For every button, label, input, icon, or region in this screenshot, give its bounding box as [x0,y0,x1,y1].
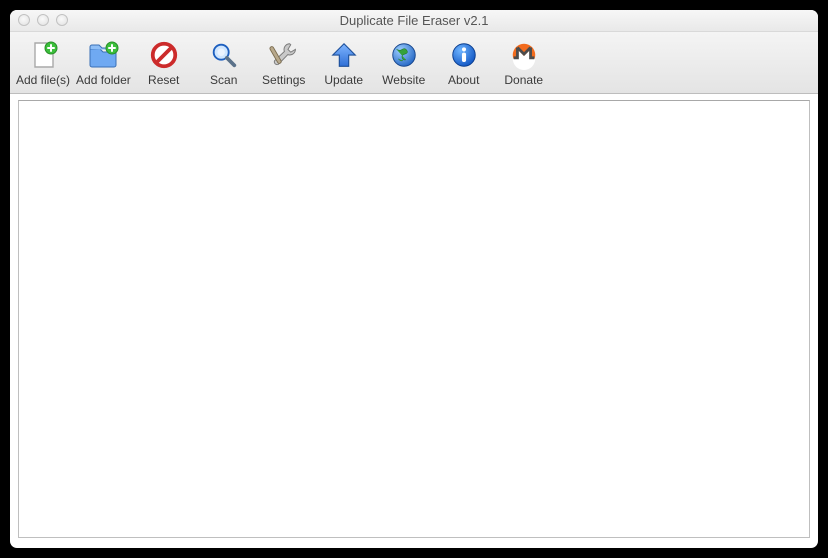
toolbar-label: Add folder [76,73,131,87]
close-window-button[interactable] [18,14,30,26]
titlebar: Duplicate File Eraser v2.1 [10,10,818,32]
info-icon [448,39,480,71]
website-button[interactable]: Website [377,35,431,89]
globe-icon [388,39,420,71]
no-entry-icon [148,39,180,71]
magnifier-icon [208,39,240,71]
toolbar-label: Add file(s) [16,73,70,87]
monero-icon [508,39,540,71]
donate-button[interactable]: Donate [497,35,551,89]
results-panel [18,100,810,538]
toolbar: Add file(s) Add folder Reset [10,32,818,94]
window-title: Duplicate File Eraser v2.1 [10,13,818,28]
toolbar-label: Reset [148,73,179,87]
update-button[interactable]: Update [317,35,371,89]
add-folder-button[interactable]: Add folder [76,35,131,89]
toolbar-label: Update [324,73,363,87]
folder-add-icon [87,39,119,71]
toolbar-label: Donate [504,73,543,87]
toolbar-label: Settings [262,73,305,87]
toolbar-label: Scan [210,73,237,87]
settings-button[interactable]: Settings [257,35,311,89]
about-button[interactable]: About [437,35,491,89]
toolbar-label: About [448,73,479,87]
window-controls [18,14,68,26]
content-area [10,94,818,548]
tools-icon [268,39,300,71]
minimize-window-button[interactable] [37,14,49,26]
scan-button[interactable]: Scan [197,35,251,89]
arrow-up-icon [328,39,360,71]
zoom-window-button[interactable] [56,14,68,26]
reset-button[interactable]: Reset [137,35,191,89]
app-window: Duplicate File Eraser v2.1 Add file(s) [10,10,818,548]
toolbar-label: Website [382,73,425,87]
file-add-icon [27,39,59,71]
add-files-button[interactable]: Add file(s) [16,35,70,89]
